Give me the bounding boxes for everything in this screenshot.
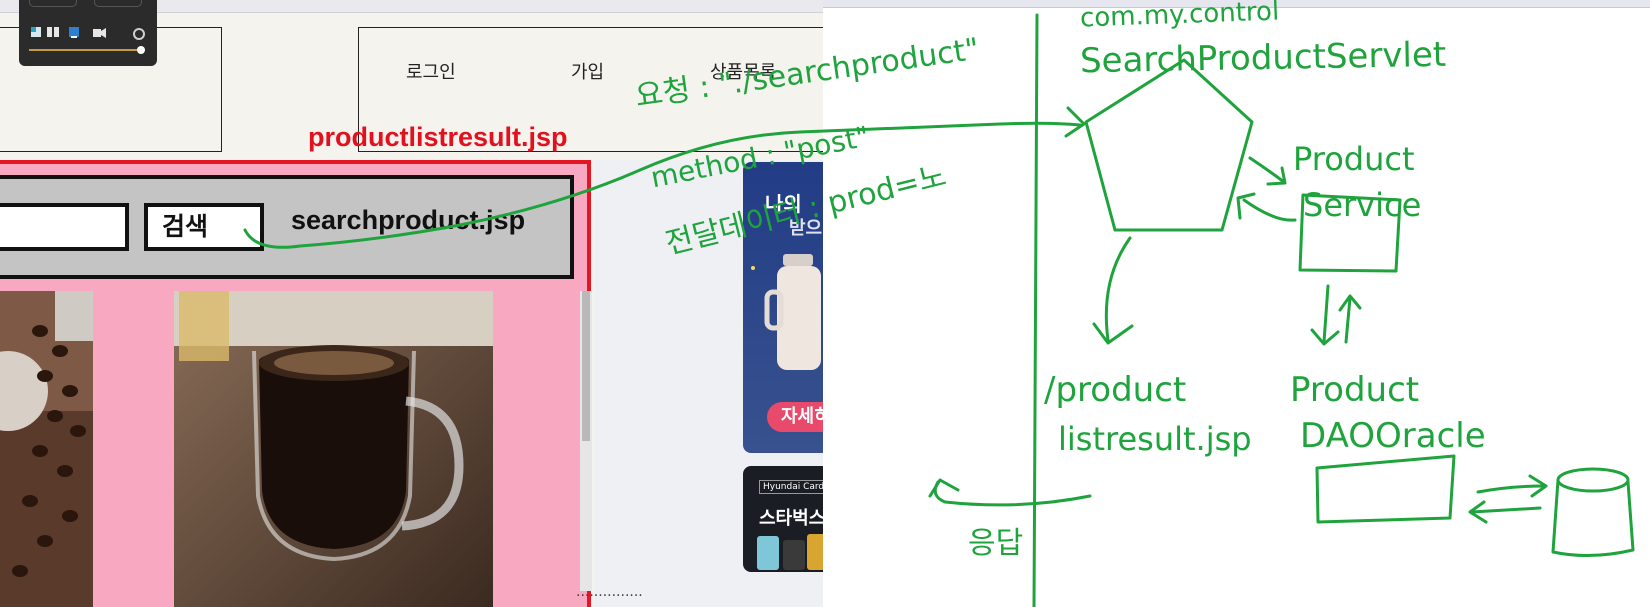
service-annotation-line2: Service	[1303, 186, 1422, 224]
whiteboard-pane	[823, 0, 1650, 607]
coffee-cup-image	[174, 291, 493, 607]
promo-detail-button[interactable]: 자세히	[767, 402, 823, 432]
download-icon	[69, 27, 79, 37]
nav-login-link[interactable]: 로그인	[406, 58, 456, 84]
volume-slider	[29, 49, 141, 51]
card-brand-label: Hyundai Card	[759, 480, 823, 494]
recording-toolbar	[19, 0, 157, 66]
product-image[interactable]	[174, 291, 493, 607]
card-promo-title: 스타벅스	[759, 508, 823, 529]
nav-signup-link[interactable]: 가입	[571, 58, 604, 84]
scrollbar-thumb[interactable]	[582, 291, 590, 441]
product-image[interactable]	[0, 291, 93, 607]
vertical-scrollbar[interactable]	[580, 291, 592, 591]
card-promo-banner[interactable]: Hyundai Card 스타벅스	[743, 466, 823, 572]
result-jsp-annotation-line2: listresult.jsp	[1058, 420, 1252, 458]
coffee-beans-image	[0, 291, 93, 607]
result-jsp-annotation-line1: /product	[1044, 370, 1187, 410]
cards-image	[757, 534, 823, 570]
dao-annotation-line1: Product	[1290, 370, 1420, 410]
servlet-name-annotation: SearchProductServlet	[1079, 34, 1447, 82]
bottom-status-text: ...............	[576, 584, 643, 600]
gear-icon	[133, 28, 145, 40]
result-file-label: productlistresult.jsp	[308, 122, 568, 152]
toolbar-icons	[29, 27, 145, 54]
search-input[interactable]	[0, 203, 129, 251]
video-icon	[93, 29, 101, 37]
response-annotation: 응답	[968, 526, 1024, 561]
search-button[interactable]: 검색	[144, 203, 264, 251]
dao-annotation-line2: DAOOracle	[1300, 416, 1486, 456]
layout-icon	[47, 27, 52, 37]
search-file-label: searchproduct.jsp	[291, 205, 526, 235]
service-annotation-line1: Product	[1293, 140, 1415, 178]
tumbler-image	[751, 254, 821, 370]
